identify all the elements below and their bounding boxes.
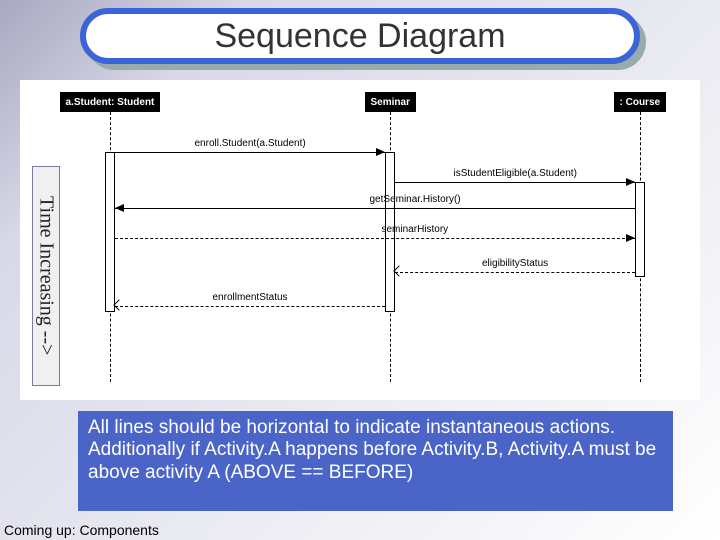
message-label: isStudentEligible(a.Student): [454, 168, 577, 179]
explanation-note: All lines should be horizontal to indica…: [78, 411, 673, 511]
participant-seminar: Seminar: [365, 92, 416, 112]
message-arrow: [115, 208, 635, 209]
message-label: enroll.Student(a.Student): [195, 138, 306, 149]
message-label: enrollmentStatus: [213, 292, 288, 303]
message-arrow: [115, 152, 385, 153]
arrow-head-icon: [113, 299, 124, 310]
footer-coming-up: Coming up: Components: [4, 522, 159, 538]
message-arrow: [115, 306, 385, 307]
arrow-head-icon: [393, 265, 404, 276]
message-label: seminarHistory: [382, 224, 449, 235]
time-axis-label: Time Increasing -->: [35, 196, 58, 355]
arrow-head-icon: [626, 178, 635, 186]
arrow-head-icon: [115, 204, 124, 212]
explanation-text: All lines should be horizontal to indica…: [88, 417, 663, 484]
participant-course: : Course: [614, 92, 667, 112]
activation-bar: [105, 152, 115, 312]
title-bar: Sequence Diagram: [80, 8, 640, 64]
arrow-head-icon: [376, 148, 385, 156]
sequence-diagram-canvas: a.Student: Student Seminar : Course enroll.…: [20, 80, 700, 400]
message-label: getSeminar.History(): [370, 194, 461, 205]
arrow-head-icon: [626, 234, 635, 242]
message-label: eligibilityStatus: [482, 258, 548, 269]
slide-title-container: Sequence Diagram: [80, 8, 640, 64]
message-arrow: [395, 182, 635, 183]
message-arrow: [115, 238, 635, 239]
time-axis-label-box: Time Increasing -->: [32, 166, 60, 386]
participant-student: a.Student: Student: [60, 92, 161, 112]
slide-title: Sequence Diagram: [214, 17, 505, 56]
activation-bar: [635, 182, 645, 277]
message-arrow: [395, 272, 635, 273]
